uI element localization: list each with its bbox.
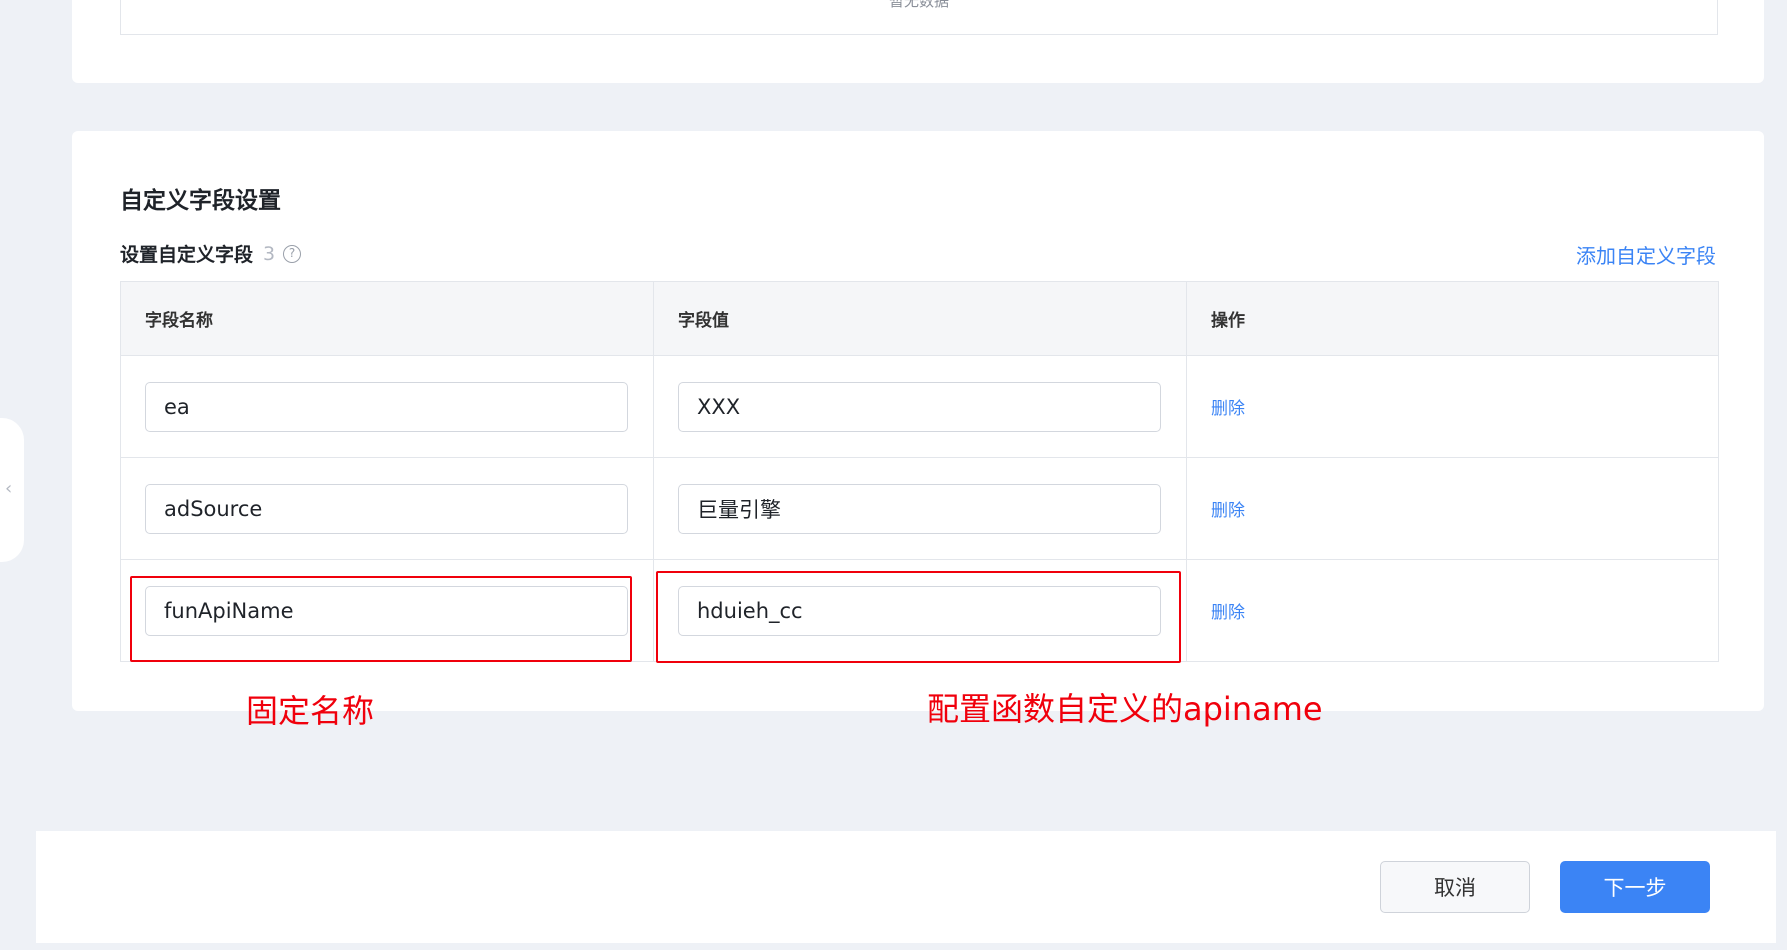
cancel-button[interactable]: 取消 [1380, 861, 1530, 913]
column-header-name: 字段名称 [120, 281, 654, 356]
top-card: 暂无数据 [72, 0, 1764, 83]
delete-link[interactable]: 删除 [1211, 399, 1245, 419]
delete-link[interactable]: 删除 [1211, 603, 1245, 623]
action-cell: 删除 [1186, 457, 1719, 560]
action-cell: 删除 [1186, 355, 1719, 458]
column-header-value: 字段值 [653, 281, 1187, 356]
empty-table-box: 暂无数据 [120, 0, 1718, 35]
field-count: 3 [263, 242, 276, 265]
field-name-input[interactable] [145, 483, 628, 534]
sub-title-text: 设置自定义字段 [120, 244, 254, 266]
sub-title: 设置自定义字段 3 ? [120, 240, 302, 267]
highlight-box-value [656, 571, 1181, 663]
sidebar-collapse-handle[interactable]: ‹ [0, 418, 24, 562]
name-cell [120, 457, 654, 560]
value-cell [653, 457, 1187, 560]
highlight-box-name [130, 576, 632, 662]
section-title: 自定义字段设置 [120, 188, 281, 214]
help-icon[interactable]: ? [283, 244, 302, 263]
table-header-row: 字段名称 字段值 操作 [120, 281, 1719, 356]
field-value-input[interactable] [678, 483, 1161, 534]
column-header-action: 操作 [1186, 281, 1719, 356]
annotation-fixed-name: 固定名称 [246, 692, 375, 730]
footer-bar: 取消 下一步 [36, 831, 1776, 943]
annotation-apiname: 配置函数自定义的apiname [927, 690, 1323, 728]
table-row: 删除 [120, 355, 1719, 458]
value-cell [653, 355, 1187, 458]
action-cell: 删除 [1186, 559, 1719, 662]
delete-link[interactable]: 删除 [1211, 501, 1245, 521]
next-step-button[interactable]: 下一步 [1560, 861, 1710, 913]
field-name-input[interactable] [145, 381, 628, 432]
field-value-input[interactable] [678, 381, 1161, 432]
name-cell [120, 355, 654, 458]
table-row: 删除 [120, 457, 1719, 560]
add-custom-field-link[interactable]: 添加自定义字段 [1576, 240, 1716, 269]
chevron-left-icon: ‹ [5, 478, 13, 499]
empty-text: 暂无数据 [888, 0, 949, 10]
